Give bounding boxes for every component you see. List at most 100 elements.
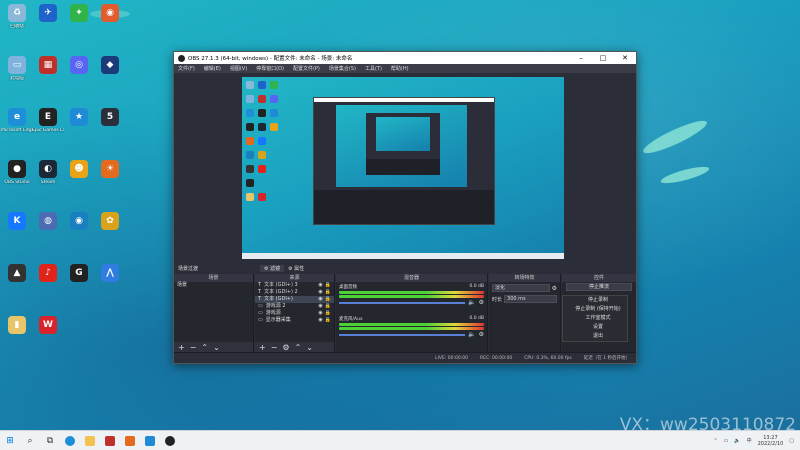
lock-icon[interactable]: 🔒 (325, 303, 334, 310)
desktop-icon[interactable]: e Microsoft Edge (1, 108, 33, 133)
add-source-icon[interactable]: + (259, 343, 266, 352)
desktop-icon[interactable]: ▭ 此电脑 (1, 56, 33, 81)
taskbar-edge[interactable] (60, 431, 80, 450)
volume-slider[interactable] (339, 301, 466, 304)
lock-icon[interactable]: 🔒 (325, 296, 334, 303)
lock-icon[interactable]: 🔒 (325, 289, 334, 296)
desktop-icon[interactable]: G (63, 264, 95, 284)
controls-menu-item[interactable]: 停止录制 (563, 296, 627, 305)
taskbar-explorer[interactable] (80, 431, 100, 450)
transition-settings-icon[interactable]: ⚙ (552, 285, 557, 292)
volume-meter (339, 323, 484, 326)
menu-item[interactable]: 场景集合(S) (329, 65, 356, 72)
controls-menu-item[interactable]: 停止录制 (保持开始) (563, 305, 627, 314)
chevron-up-icon[interactable]: ⌃ (713, 438, 717, 444)
menu-item[interactable]: 工具(T) (365, 65, 382, 72)
desktop-icon[interactable]: ✿ (94, 212, 126, 232)
stop-streaming-button[interactable]: 停止推流 (566, 283, 632, 291)
gear-icon[interactable]: ⚙ (479, 299, 484, 306)
network-icon[interactable]: ▭ (724, 438, 729, 444)
close-icon[interactable]: ✕ (614, 54, 636, 62)
menu-item[interactable]: 视图(V) (230, 65, 247, 72)
desktop-icon[interactable]: ▦ (32, 56, 64, 76)
source-settings-icon[interactable]: ⚙ (282, 343, 289, 352)
move-down-icon[interactable]: ⌄ (213, 343, 220, 352)
desktop-icon[interactable]: ✈ (32, 4, 64, 24)
move-down-icon[interactable]: ⌄ (306, 343, 313, 352)
properties-tab[interactable]: ⚙ 属性 (284, 265, 308, 272)
clock[interactable]: 13:27 2022/2/10 (758, 435, 784, 447)
desktop-icon[interactable]: ● OBS Studio (1, 160, 33, 185)
notification-icon[interactable]: ▢ (789, 438, 794, 444)
controls-menu: 停止录制 停止录制 (保持开始) 工作室模式 设置 退出 (562, 295, 628, 342)
scene-transition-tab[interactable]: 场景过渡 (174, 265, 254, 272)
menu-item[interactable]: 停靠窗口(D) (256, 65, 284, 72)
desktop-icon[interactable]: ⋀ (94, 264, 126, 284)
taskbar-app[interactable] (120, 431, 140, 450)
filters-tab[interactable]: ⚙ 滤镜 (260, 264, 285, 272)
taskbar-obs[interactable] (160, 431, 180, 450)
preview-desktop-icon (270, 123, 278, 131)
lock-icon[interactable]: 🔒 (325, 317, 334, 324)
channel-level: 0.0 dB (469, 316, 484, 321)
desktop-icon[interactable]: ♻ 回收站 (1, 4, 33, 29)
source-item[interactable]: T 文本 (GDI+) 3 ◉ 🔒 (255, 282, 334, 289)
desktop-icon[interactable]: ◐ Steam (32, 160, 64, 185)
source-item[interactable]: ▭ 游戏源 2 ◉ 🔒 (255, 303, 334, 310)
menu-item[interactable]: 文件(F) (178, 65, 195, 72)
speaker-icon[interactable]: 🔈 (468, 299, 475, 306)
scene-item[interactable]: 场景 (174, 282, 253, 289)
desktop-icon[interactable]: ▲ (1, 264, 33, 284)
lock-icon[interactable]: 🔒 (325, 282, 334, 289)
controls-menu-item[interactable]: 工作室模式 (563, 314, 627, 323)
search-icon[interactable]: ⌕ (20, 431, 40, 450)
desktop-icon[interactable]: ◉ (94, 4, 126, 24)
duration-input[interactable]: 300 ms (504, 295, 557, 303)
remove-source-icon[interactable]: − (271, 343, 278, 352)
source-item[interactable]: T 文本 (GDI+) 2 ◉ 🔒 (255, 289, 334, 296)
menu-item[interactable]: 配置文件(P) (293, 65, 320, 72)
obs-titlebar[interactable]: OBS 27.1.3 (64-bit, windows) - 配置文件: 未命名… (174, 52, 636, 64)
start-icon[interactable]: ⊞ (0, 431, 20, 450)
cpu-status: CPU: 0.3%, 60.00 fps (524, 355, 572, 361)
menu-item[interactable]: 编辑(E) (204, 65, 221, 72)
controls-menu-item[interactable]: 设置 (563, 323, 627, 332)
taskbar-app[interactable] (100, 431, 120, 450)
add-icon[interactable]: + (178, 343, 185, 352)
obs-preview[interactable] (242, 77, 564, 259)
desktop-icon[interactable]: ♪ (32, 264, 64, 284)
move-up-icon[interactable]: ⌃ (201, 343, 208, 352)
obs-window[interactable]: OBS 27.1.3 (64-bit, windows) - 配置文件: 未命名… (173, 51, 637, 364)
desktop-icon[interactable]: W (32, 316, 64, 336)
volume-slider[interactable] (339, 333, 466, 336)
remove-icon[interactable]: − (190, 343, 197, 352)
speaker-icon[interactable]: 🔈 (468, 331, 475, 338)
desktop-icon[interactable]: ◍ (32, 212, 64, 232)
input-method[interactable]: 中 (747, 437, 752, 444)
desktop-icon[interactable]: ◆ (94, 56, 126, 76)
desktop-icon[interactable]: ✦ (63, 4, 95, 24)
desktop-icon[interactable]: ★ (63, 108, 95, 128)
desktop-icon[interactable]: ▮ (1, 316, 33, 336)
desktop-icon[interactable]: E Epic Games Launcher (32, 108, 64, 133)
volume-icon[interactable]: 🔈 (734, 438, 740, 444)
source-item[interactable]: ▭ 游戏源 ◉ 🔒 (255, 310, 334, 317)
transition-type-select[interactable]: 淡化 (492, 284, 550, 292)
desktop-icon[interactable]: K (1, 212, 33, 232)
gear-icon[interactable]: ⚙ (479, 331, 484, 338)
desktop-icon[interactable]: 5 (94, 108, 126, 128)
desktop-icon[interactable]: ☻ (63, 160, 95, 180)
move-up-icon[interactable]: ⌃ (295, 343, 302, 352)
maximize-icon[interactable]: □ (592, 54, 614, 62)
lock-icon[interactable]: 🔒 (325, 310, 334, 317)
desktop-icon[interactable]: ☀ (94, 160, 126, 180)
taskbar-app[interactable] (140, 431, 160, 450)
task-view-icon[interactable]: ⧉ (40, 431, 60, 450)
minimize-icon[interactable]: – (570, 54, 592, 62)
source-item[interactable]: T 文本 (GDI+) ◉ 🔒 (255, 296, 334, 303)
menu-item[interactable]: 帮助(H) (391, 65, 409, 72)
source-item[interactable]: ▭ 显示器采集 ◉ 🔒 (255, 317, 334, 324)
controls-menu-item[interactable]: 退出 (563, 332, 627, 341)
desktop-icon[interactable]: ◉ (63, 212, 95, 232)
desktop-icon[interactable]: ◎ (63, 56, 95, 76)
